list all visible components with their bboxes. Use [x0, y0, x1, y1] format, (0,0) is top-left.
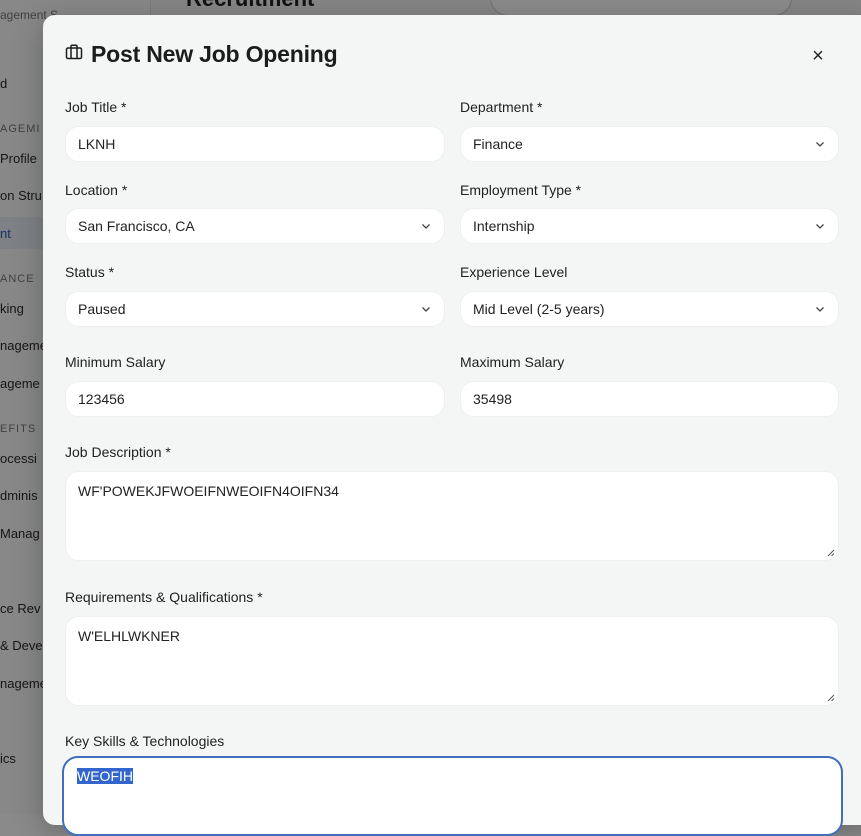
modal-header: Post New Job Opening	[65, 41, 338, 68]
location-select[interactable]: San Francisco, CA	[65, 208, 445, 244]
location-label: Location *	[65, 182, 128, 198]
modal-title: Post New Job Opening	[91, 41, 338, 67]
requirements-textarea[interactable]: W'ELHLWKNER	[65, 616, 839, 706]
department-select[interactable]: Finance	[460, 126, 839, 162]
experience-level-value: Mid Level (2-5 years)	[473, 301, 605, 317]
chevron-down-icon	[816, 307, 824, 312]
resize-handle-icon[interactable]	[826, 693, 835, 702]
chevron-down-icon	[816, 142, 824, 147]
requirements-label: Requirements & Qualifications *	[65, 589, 263, 605]
chevron-down-icon	[816, 224, 824, 229]
location-value: San Francisco, CA	[78, 218, 195, 234]
experience-level-select[interactable]: Mid Level (2-5 years)	[460, 291, 839, 327]
employment-type-label: Employment Type *	[460, 182, 582, 198]
employment-type-select[interactable]: Internship	[460, 208, 839, 244]
job-title-value: LKNH	[78, 136, 116, 152]
close-icon: ×	[812, 44, 824, 67]
close-button[interactable]: ×	[807, 45, 829, 67]
chevron-down-icon	[422, 307, 430, 312]
skills-textarea[interactable]: WEOFIH	[62, 756, 843, 836]
description-textarea[interactable]: WF'POWEKJFWOEIFNWEOIFN4OIFN34	[65, 471, 839, 561]
min-salary-label: Minimum Salary	[65, 354, 166, 370]
department-label: Department *	[460, 99, 543, 115]
chevron-down-icon	[422, 224, 430, 229]
employment-type-value: Internship	[473, 218, 535, 234]
status-select[interactable]: Paused	[65, 291, 445, 327]
max-salary-input[interactable]: 35498	[460, 381, 839, 417]
status-value: Paused	[78, 301, 126, 317]
max-salary-label: Maximum Salary	[460, 354, 565, 370]
description-value: WF'POWEKJFWOEIFNWEOIFN4OIFN34	[78, 483, 339, 499]
min-salary-value: 123456	[78, 391, 125, 407]
skills-value: WEOFIH	[77, 768, 133, 784]
max-salary-value: 35498	[473, 391, 512, 407]
min-salary-input[interactable]: 123456	[65, 381, 445, 417]
briefcase-icon	[65, 43, 83, 66]
requirements-value: W'ELHLWKNER	[78, 628, 180, 644]
status-label: Status *	[65, 264, 115, 280]
experience-level-label: Experience Level	[460, 264, 568, 280]
resize-handle-icon[interactable]	[826, 548, 835, 557]
job-title-input[interactable]: LKNH	[65, 126, 445, 162]
job-title-label: Job Title *	[65, 99, 127, 115]
description-label: Job Description *	[65, 444, 171, 460]
skills-label: Key Skills & Technologies	[65, 733, 225, 749]
department-value: Finance	[473, 136, 523, 152]
post-job-modal: Post New Job Opening × Job Title * LKNH …	[43, 15, 861, 836]
